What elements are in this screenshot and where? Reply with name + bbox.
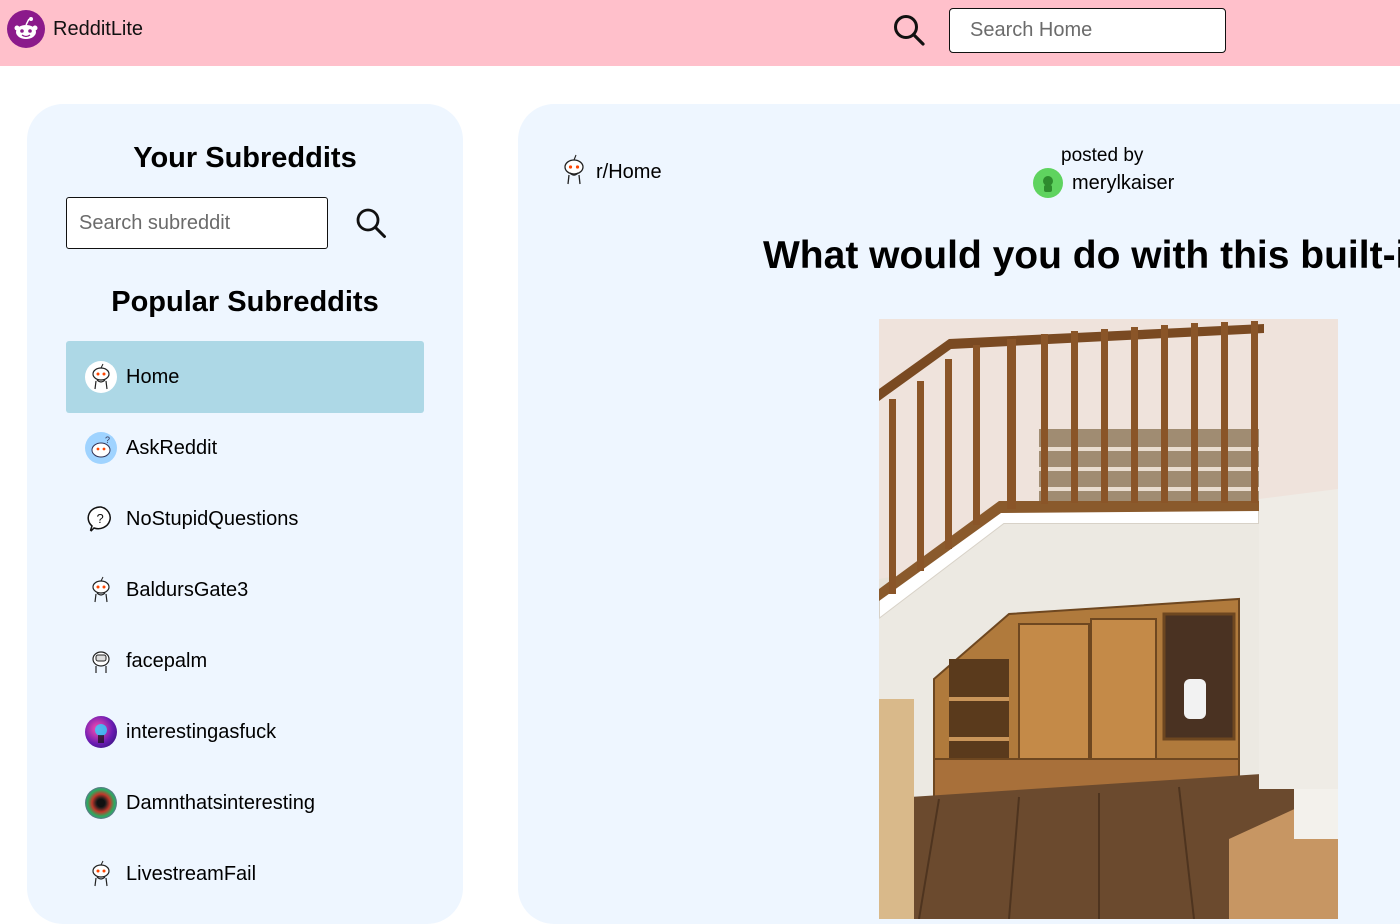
header-search-input[interactable]: [949, 8, 1226, 53]
top-bar: RedditLite: [0, 0, 1400, 66]
sidebar-item-label: Home: [126, 365, 180, 388]
author-name: merylkaiser: [1072, 171, 1175, 194]
author-avatar: [1033, 168, 1063, 198]
posted-by-label: posted by: [1061, 145, 1144, 166]
svg-text:?: ?: [105, 435, 110, 445]
app-title: RedditLite: [53, 17, 144, 40]
post-author-link[interactable]: merylkaiser: [1033, 168, 1174, 198]
sidebar-item-facepalm[interactable]: facepalm: [66, 625, 424, 697]
askreddit-icon: ?: [85, 432, 117, 464]
post-title[interactable]: What would you do with this built-in?: [763, 234, 1400, 278]
sidebar-item-label: LivestreamFail: [126, 862, 257, 885]
subreddit-search-input[interactable]: [66, 197, 328, 249]
snoo-icon: [560, 154, 588, 191]
snoo-icon: [85, 574, 117, 606]
post-image[interactable]: [879, 319, 1338, 919]
damnthatsinteresting-icon: [85, 787, 117, 819]
interestingasfuck-icon: [85, 716, 117, 748]
svg-text:?: ?: [97, 511, 104, 526]
post-card: r/Home posted by merylkaiser What would …: [518, 104, 1400, 924]
sidebar-item-label: interestingasfuck: [126, 720, 277, 743]
search-icon[interactable]: [891, 12, 927, 48]
sidebar-item-home[interactable]: Home: [66, 341, 424, 413]
sidebar-item-label: facepalm: [126, 649, 208, 672]
reddit-alien-icon: [7, 10, 45, 48]
sidebar-item-label: NoStupidQuestions: [126, 507, 299, 530]
snoo-icon: [85, 361, 117, 393]
sidebar-item-label: AskReddit: [126, 436, 218, 459]
subreddit-sidebar: Your Subreddits Popular Subreddits Home: [27, 104, 463, 924]
sidebar-item-nostupidquestions[interactable]: ? NoStupidQuestions: [66, 483, 424, 555]
facepalm-icon: [85, 645, 117, 677]
question-bubble-icon: ?: [85, 503, 117, 535]
sidebar-item-damnthatsinteresting[interactable]: Damnthatsinteresting: [66, 767, 424, 839]
sidebar-item-label: BaldursGate3: [126, 578, 249, 601]
sidebar-item-askreddit[interactable]: ? AskReddit: [66, 412, 424, 484]
sidebar-item-label: Damnthatsinteresting: [126, 791, 315, 814]
popular-subreddit-list: Home ? AskReddit ? NoStupidQuestions Bal…: [66, 341, 424, 909]
sidebar-item-interestingasfuck[interactable]: interestingasfuck: [66, 696, 424, 768]
post-subreddit-name: r/Home: [596, 161, 662, 183]
home-logo-link[interactable]: RedditLite: [7, 10, 143, 48]
your-subreddits-heading: Your Subreddits: [133, 142, 357, 174]
sidebar-item-baldursgate3[interactable]: BaldursGate3: [66, 554, 424, 626]
sidebar-item-livestreamfail[interactable]: LivestreamFail: [66, 838, 424, 910]
subreddit-search-icon[interactable]: [354, 206, 388, 240]
popular-subreddits-heading: Popular Subreddits: [111, 286, 379, 318]
snoo-icon: [85, 858, 117, 890]
post-subreddit-link[interactable]: r/Home: [560, 154, 662, 191]
